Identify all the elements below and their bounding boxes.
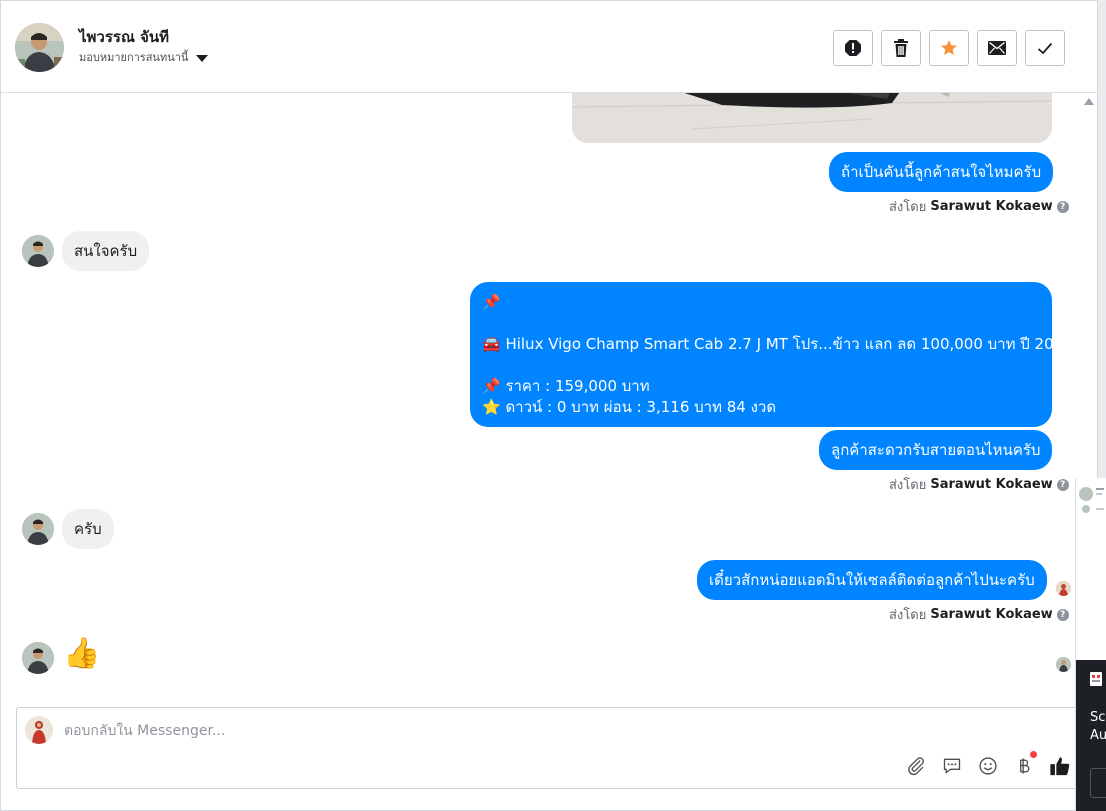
sent-by-prefix: ส่งโดย bbox=[889, 608, 927, 623]
saved-replies-button[interactable] bbox=[940, 754, 964, 778]
product-title: 🚘 Hilux Vigo Champ Smart Cab 2.7 J MT โป… bbox=[482, 335, 1073, 353]
header-actions bbox=[833, 30, 1065, 66]
page-avatar bbox=[25, 716, 53, 744]
attachment-icon bbox=[908, 757, 924, 776]
sent-by-prefix: ส่งโดย bbox=[889, 200, 927, 215]
trash-icon bbox=[894, 39, 908, 57]
exclamation-icon bbox=[845, 40, 861, 56]
emoji-button[interactable] bbox=[976, 754, 1000, 778]
message-thread[interactable]: ถ้าเป็นคันนี้ลูกค้าสนใจไหมครับ ส่งโดย Sa… bbox=[1, 93, 1079, 705]
chat-icon bbox=[943, 758, 961, 774]
message-outgoing[interactable]: ถ้าเป็นคันนี้ลูกค้าสนใจไหมครับ bbox=[829, 152, 1054, 192]
send-like-button[interactable] bbox=[1048, 754, 1072, 778]
seen-avatar bbox=[1056, 581, 1071, 596]
help-icon[interactable]: ? bbox=[1056, 200, 1069, 213]
message-incoming[interactable]: สนใจครับ bbox=[62, 231, 150, 271]
popup-button[interactable] bbox=[1090, 768, 1106, 798]
attach-button[interactable] bbox=[904, 754, 928, 778]
app-icon bbox=[1090, 672, 1102, 686]
message-outgoing[interactable]: เดี๋ยวสักหน่อยแอดมินให้เซลล์ติดต่อลูกค้า… bbox=[697, 560, 1047, 600]
sent-by-prefix: ส่งโดย bbox=[889, 478, 927, 493]
envelope-icon bbox=[988, 41, 1006, 55]
read-receipt-avatar bbox=[1056, 657, 1071, 672]
car-image-message[interactable] bbox=[572, 93, 1052, 143]
sent-by-label: ส่งโดย Sarawut Kokaew ? bbox=[889, 196, 1069, 217]
sender-name: Sarawut Kokaew bbox=[930, 607, 1053, 622]
star-icon bbox=[941, 40, 957, 55]
sent-by-label: ส่งโดย Sarawut Kokaew ? bbox=[889, 474, 1069, 495]
contact-avatar-small bbox=[22, 642, 54, 674]
conversation-header: ไพวรรณ จันที มอบหมายการสนทนานี้ bbox=[1, 1, 1097, 93]
thumbs-up-message[interactable]: 👍 bbox=[63, 636, 100, 671]
assign-label: มอบหมายการสนทนานี้ bbox=[79, 51, 189, 64]
inbox-panel: ไพวรรณ จันที มอบหมายการสนทนานี้ ถ้าเป็นค… bbox=[0, 0, 1098, 811]
mark-done-button[interactable] bbox=[1025, 30, 1065, 66]
sender-name: Sarawut Kokaew bbox=[930, 199, 1053, 214]
emoji-icon bbox=[979, 757, 997, 775]
contact-name: ไพวรรณ จันที bbox=[79, 28, 170, 46]
popup-text-1: Sc bbox=[1090, 710, 1106, 725]
sent-by-label: ส่งโดย Sarawut Kokaew ? bbox=[889, 604, 1069, 625]
message-incoming[interactable]: ครับ bbox=[62, 509, 114, 549]
check-icon bbox=[1037, 42, 1053, 54]
help-icon[interactable]: ? bbox=[1056, 608, 1069, 621]
star-button[interactable] bbox=[929, 30, 969, 66]
sender-name: Sarawut Kokaew bbox=[930, 477, 1053, 492]
reply-input[interactable] bbox=[64, 720, 964, 742]
composer-tools bbox=[904, 751, 1072, 778]
notification-dot bbox=[1030, 751, 1037, 758]
contact-avatar[interactable] bbox=[15, 23, 64, 72]
delete-button[interactable] bbox=[881, 30, 921, 66]
scroll-up-arrow[interactable] bbox=[1084, 98, 1094, 105]
payment-button[interactable] bbox=[1012, 751, 1037, 778]
product-down-payment: ⭐ ดาวน์ : 0 บาท ผ่อน : 3,116 บาท 84 งวด bbox=[482, 398, 777, 416]
help-icon[interactable]: ? bbox=[1056, 478, 1069, 491]
thumbs-up-icon bbox=[1050, 757, 1070, 776]
popup-text-2: Au bbox=[1090, 728, 1106, 743]
product-price: 📌 ราคา : 159,000 บาท bbox=[482, 377, 650, 395]
assign-dropdown[interactable]: มอบหมายการสนทนานี้ bbox=[79, 48, 209, 66]
contact-avatar-small bbox=[22, 513, 54, 545]
baht-icon bbox=[1020, 758, 1030, 774]
message-outgoing[interactable]: ลูกค้าสะดวกรับสายตอนไหนครับ bbox=[819, 430, 1053, 470]
mark-spam-button[interactable] bbox=[833, 30, 873, 66]
caret-down-icon bbox=[196, 54, 209, 62]
contact-avatar-small bbox=[22, 235, 54, 267]
product-pin: 📌 bbox=[482, 293, 501, 311]
notification-popup[interactable]: Sc Au bbox=[1076, 660, 1106, 811]
reply-composer bbox=[16, 707, 1081, 789]
product-card-message[interactable]: 📌 🚘 Hilux Vigo Champ Smart Cab 2.7 J MT … bbox=[470, 282, 1073, 427]
mark-unread-button[interactable] bbox=[977, 30, 1017, 66]
